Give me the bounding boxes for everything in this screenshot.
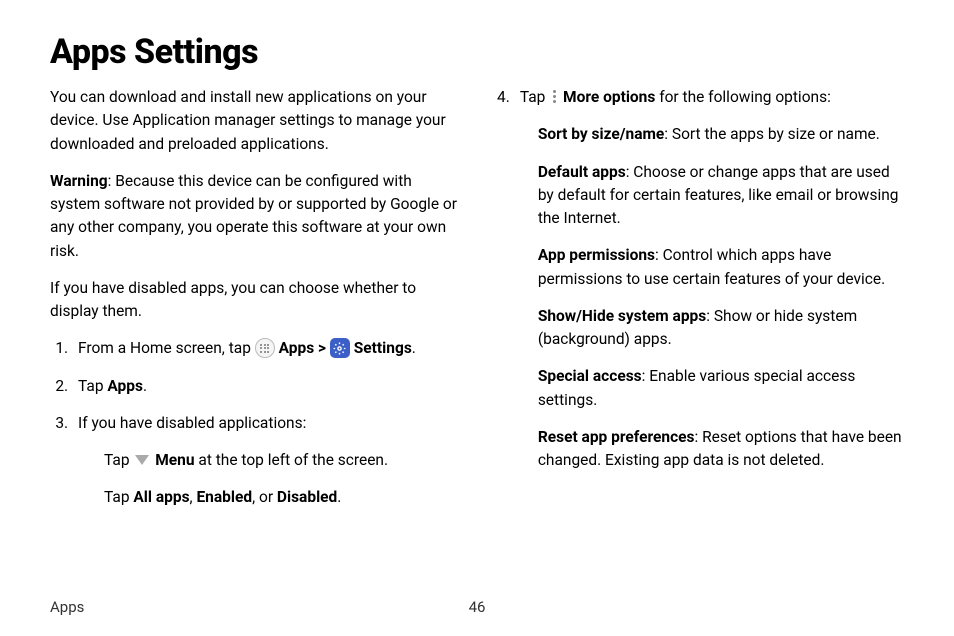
- dropdown-icon: [135, 455, 149, 465]
- opt-default: Default apps: Choose or change apps that…: [538, 161, 904, 231]
- step-3: If you have disabled applications: Tap M…: [72, 412, 457, 510]
- step-3a: Tap Menu at the top left of the screen.: [104, 449, 457, 472]
- apps-icon: [255, 338, 275, 358]
- step-2: Tap Apps.: [72, 375, 457, 398]
- opt-reset: Reset app preferences: Reset options tha…: [538, 426, 904, 473]
- settings-icon: [330, 338, 350, 358]
- content-columns: You can download and install new applica…: [50, 86, 904, 524]
- disabled-note: If you have disabled apps, you can choos…: [50, 277, 457, 324]
- opt-sort: Sort by size/name: Sort the apps by size…: [538, 123, 904, 146]
- left-column: You can download and install new applica…: [50, 86, 457, 524]
- warning-text: Warning: Because this device can be conf…: [50, 170, 457, 263]
- page-footer: Apps 46: [50, 598, 904, 616]
- intro-text: You can download and install new applica…: [50, 86, 457, 156]
- step-4-marker: 4.: [497, 86, 510, 486]
- right-column: 4. Tap More options for the following op…: [497, 86, 904, 524]
- footer-page-number: 46: [469, 598, 486, 616]
- opt-showhide: Show/Hide system apps: Show or hide syst…: [538, 305, 904, 352]
- step-4: 4. Tap More options for the following op…: [497, 86, 904, 486]
- more-options-icon: [549, 88, 559, 106]
- opt-special: Special access: Enable various special a…: [538, 365, 904, 412]
- steps-list: From a Home screen, tap Apps > Settings.…: [50, 337, 457, 509]
- warning-label: Warning: [50, 172, 108, 190]
- step-1: From a Home screen, tap Apps > Settings.: [72, 337, 457, 360]
- opt-permissions: App permissions: Control which apps have…: [538, 244, 904, 291]
- step-3b: Tap All apps, Enabled, or Disabled.: [104, 486, 457, 509]
- page-title: Apps Settings: [50, 32, 904, 72]
